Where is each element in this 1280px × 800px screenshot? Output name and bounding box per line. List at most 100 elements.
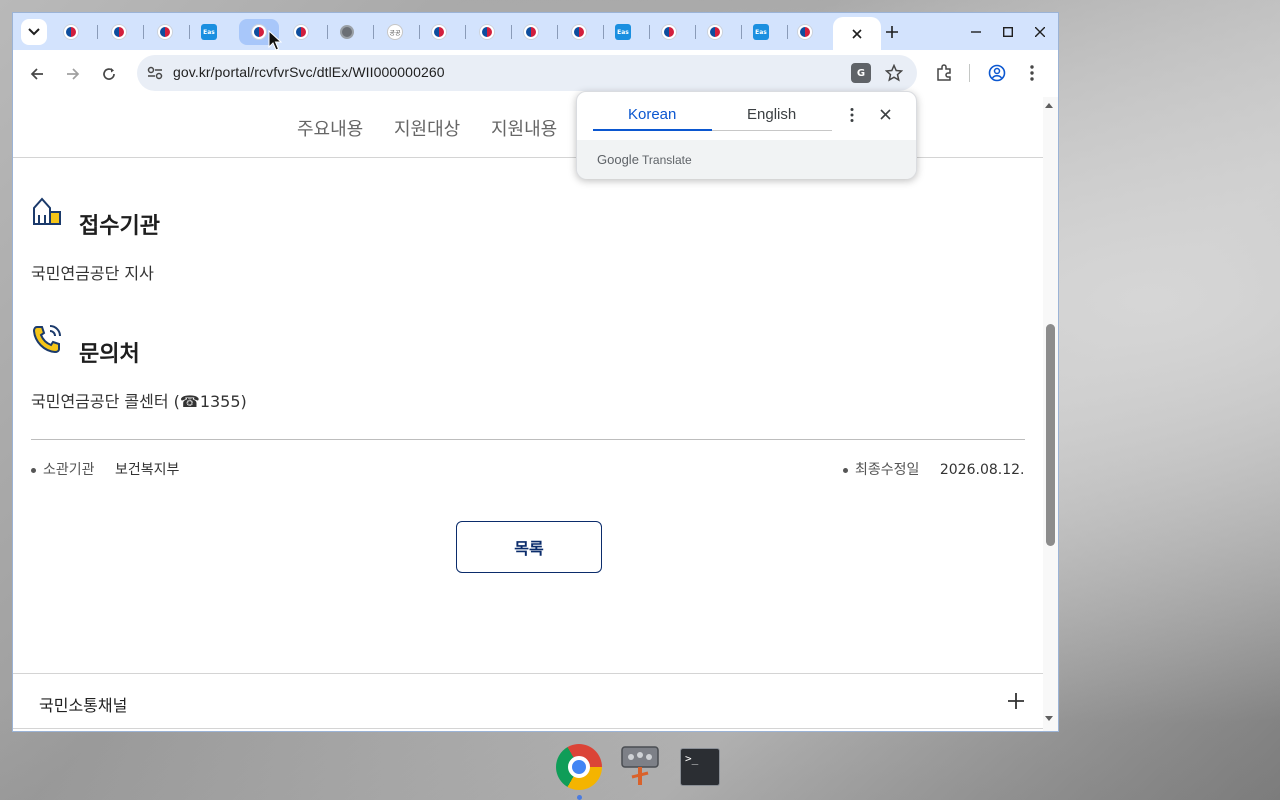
blue-app-label: Eas [617, 28, 629, 36]
subnav-main[interactable]: 주요내용 [297, 115, 363, 141]
tab-2[interactable] [99, 19, 139, 45]
blue-app-label: Eas [755, 28, 767, 36]
mouse-cursor-icon [268, 30, 282, 51]
korea-gov-icon [64, 25, 78, 39]
maximize-icon [1003, 27, 1013, 37]
bullet-icon [843, 467, 848, 473]
korea-gov-icon [524, 25, 538, 39]
tab-separator [143, 25, 144, 39]
close-window-button[interactable] [1029, 21, 1051, 43]
extensions-icon[interactable] [935, 64, 953, 82]
chrome-icon [556, 744, 602, 790]
new-tab-button[interactable] [881, 21, 903, 43]
subnav-support[interactable]: 지원내용 [491, 115, 557, 141]
tab-10[interactable] [467, 19, 507, 45]
forward-button[interactable] [61, 62, 85, 86]
translate-glyph: G [856, 67, 866, 79]
korea-gov-icon [798, 25, 812, 39]
browser-toolbar: gov.kr/portal/rcvfvrSvc/dtlEx/WII0000002… [13, 50, 1058, 97]
agency-meta: 소관기관 보건복지부 [31, 459, 179, 479]
translate-close-icon[interactable] [880, 109, 891, 120]
google-brand-text: Google [597, 152, 639, 167]
section-title-office: 접수기관 [79, 214, 160, 239]
tool-app-icon [621, 746, 659, 785]
korea-gov-icon [662, 25, 676, 39]
tab-1[interactable] [51, 19, 91, 45]
communication-channel-label: 국민소통채널 [39, 696, 128, 715]
reload-button[interactable] [97, 62, 121, 86]
address-bar[interactable]: gov.kr/portal/rcvfvrSvc/dtlEx/WII0000002… [137, 55, 917, 91]
tab-separator [465, 25, 466, 39]
content-divider [31, 439, 1025, 440]
updated-meta: 최종수정일 2026.08.12. [843, 459, 1024, 479]
korea-gov-icon [294, 25, 308, 39]
translate-target-tab[interactable]: English [747, 106, 796, 123]
tab-4[interactable]: Eas [189, 19, 229, 45]
scrollbar-thumb[interactable] [1046, 324, 1055, 546]
star-icon[interactable] [885, 64, 903, 82]
translate-icon[interactable]: G [851, 63, 871, 83]
blue-app-icon: Eas [615, 24, 631, 40]
scroll-down-icon[interactable] [1044, 715, 1054, 723]
tab-3[interactable] [145, 19, 185, 45]
tab-9[interactable] [419, 19, 459, 45]
tab-11[interactable] [511, 19, 551, 45]
close-icon [1035, 27, 1045, 37]
expand-plus-icon[interactable] [1007, 692, 1025, 710]
terminal-dock-item[interactable]: >_ [677, 744, 723, 790]
translate-brand-text: Translate [642, 153, 692, 167]
app2-dock-item[interactable] [617, 744, 663, 790]
phone-icon [32, 325, 61, 354]
translate-source-tab[interactable]: Korean [628, 106, 676, 123]
tab-8[interactable]: 공공 [375, 19, 415, 45]
tab-17[interactable] [785, 19, 825, 45]
communication-channel-bar[interactable]: 국민소통채널 [13, 673, 1043, 729]
menu-icon[interactable] [1029, 64, 1035, 82]
site-info-icon[interactable] [147, 66, 163, 80]
agency-value: 보건복지부 [114, 462, 180, 478]
scroll-up-icon[interactable] [1044, 101, 1054, 109]
blue-app-icon: Eas [201, 24, 217, 40]
translate-options-icon[interactable] [849, 107, 855, 123]
page-content: 주요내용 지원대상 지원내용 접수기관 국민연금공단 지사 문의처 국민연금공단… [13, 97, 1043, 731]
bullet-icon [31, 467, 36, 473]
profile-icon[interactable] [988, 64, 1006, 82]
active-tab[interactable] [833, 17, 881, 50]
blue-app-icon: Eas [753, 24, 769, 40]
gray-logo-label: 공공 [389, 29, 401, 37]
tab-7[interactable] [327, 19, 367, 45]
globe-icon [340, 25, 354, 39]
updated-value: 2026.08.12. [939, 462, 1025, 478]
gray-logo-icon: 공공 [387, 24, 403, 40]
reload-icon [103, 68, 115, 80]
korea-gov-icon [480, 25, 494, 39]
minimize-button[interactable] [965, 21, 987, 43]
tab-separator [373, 25, 374, 39]
tab-14[interactable] [649, 19, 689, 45]
toolbar-separator [969, 64, 970, 82]
korea-gov-icon [708, 25, 722, 39]
url-text[interactable]: gov.kr/portal/rcvfvrSvc/dtlEx/WII0000002… [173, 64, 445, 80]
tab-strip: Eas 공공 Eas Eas [13, 13, 1058, 50]
tab-12[interactable] [559, 19, 599, 45]
chevron-down-icon [28, 28, 40, 36]
translate-active-indicator [593, 129, 712, 131]
tab-search-button[interactable] [21, 19, 47, 45]
list-button[interactable]: 목록 [456, 521, 602, 573]
close-tab-icon[interactable] [852, 28, 862, 39]
maximize-button[interactable] [997, 21, 1019, 43]
korea-gov-icon [572, 25, 586, 39]
tab-separator [557, 25, 558, 39]
back-button[interactable] [25, 62, 49, 86]
tab-13[interactable]: Eas [603, 19, 643, 45]
chrome-dock-item[interactable] [556, 744, 602, 790]
tab-15[interactable] [695, 19, 735, 45]
building-icon [33, 197, 61, 225]
section-title-contact: 문의처 [79, 342, 140, 367]
tab-6[interactable] [281, 19, 321, 45]
minimize-icon [971, 31, 981, 33]
tab-16[interactable]: Eas [741, 19, 781, 45]
translate-tab-underline [712, 130, 832, 131]
subnav-eligibility[interactable]: 지원대상 [394, 115, 460, 141]
korea-gov-icon [112, 25, 126, 39]
